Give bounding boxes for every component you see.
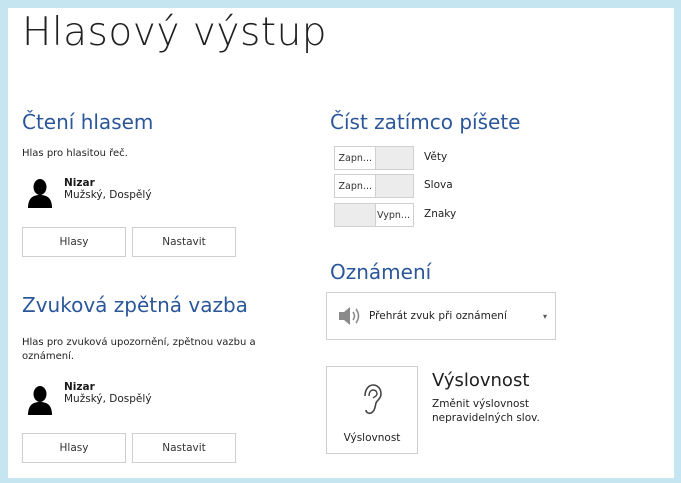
pronunciation-heading: Výslovnost <box>432 370 530 391</box>
sentences-toggle[interactable]: Zapn... <box>334 146 414 170</box>
sound-feedback-description: Hlas pro zvuková upozornění, zpětnou vaz… <box>22 337 256 362</box>
voices-button[interactable]: Hlasy <box>22 433 126 463</box>
dropdown-value: Přehrát zvuk při oznámení <box>369 310 507 322</box>
notifications-heading: Oznámení <box>330 260 432 284</box>
pronunciation-tile[interactable]: Výslovnost <box>326 366 418 454</box>
notification-sound-dropdown[interactable]: Přehrát zvuk při oznámení ▾ <box>326 292 556 340</box>
voices-button[interactable]: Hlasy <box>22 227 126 257</box>
read-aloud-heading: Čtení hlasem <box>22 110 154 134</box>
sound-feedback-voice: Nizar Mužský, Dospělý <box>64 381 152 405</box>
voice-description: Mužský, Dospělý <box>64 189 152 201</box>
toggle-state: Zapn... <box>335 147 375 169</box>
settings-button[interactable]: Nastavit <box>132 227 236 257</box>
words-toggle[interactable]: Zapn... <box>334 174 414 198</box>
ear-icon <box>364 384 382 415</box>
person-icon <box>28 179 52 208</box>
characters-toggle[interactable]: Vypn... <box>334 203 414 227</box>
sentences-label: Věty <box>424 151 448 163</box>
voice-name: Nizar <box>64 177 95 189</box>
read-aloud-voice: Nizar Mužský, Dospělý <box>64 177 152 201</box>
words-label: Slova <box>424 179 453 191</box>
pronunciation-description: Změnit výslovnost nepravidelných slov. <box>432 398 540 424</box>
voice-description: Mužský, Dospělý <box>64 393 152 405</box>
speaker-icon <box>339 307 360 325</box>
toggle-state: Zapn... <box>335 175 375 197</box>
pronunciation-tile-label: Výslovnost <box>343 432 401 444</box>
person-icon <box>28 386 52 415</box>
chevron-down-icon: ▾ <box>542 311 547 321</box>
page-title: Hlasový výstup <box>22 10 328 55</box>
toggle-state: Vypn... <box>375 204 413 226</box>
settings-button[interactable]: Nastavit <box>132 433 236 463</box>
voice-name: Nizar <box>64 381 95 393</box>
read-aloud-description: Hlas pro hlasitou řeč. <box>22 148 128 159</box>
characters-label: Znaky <box>424 208 457 220</box>
sound-feedback-heading: Zvuková zpětná vazba <box>22 293 248 317</box>
read-while-typing-heading: Číst zatímco píšete <box>330 110 521 134</box>
